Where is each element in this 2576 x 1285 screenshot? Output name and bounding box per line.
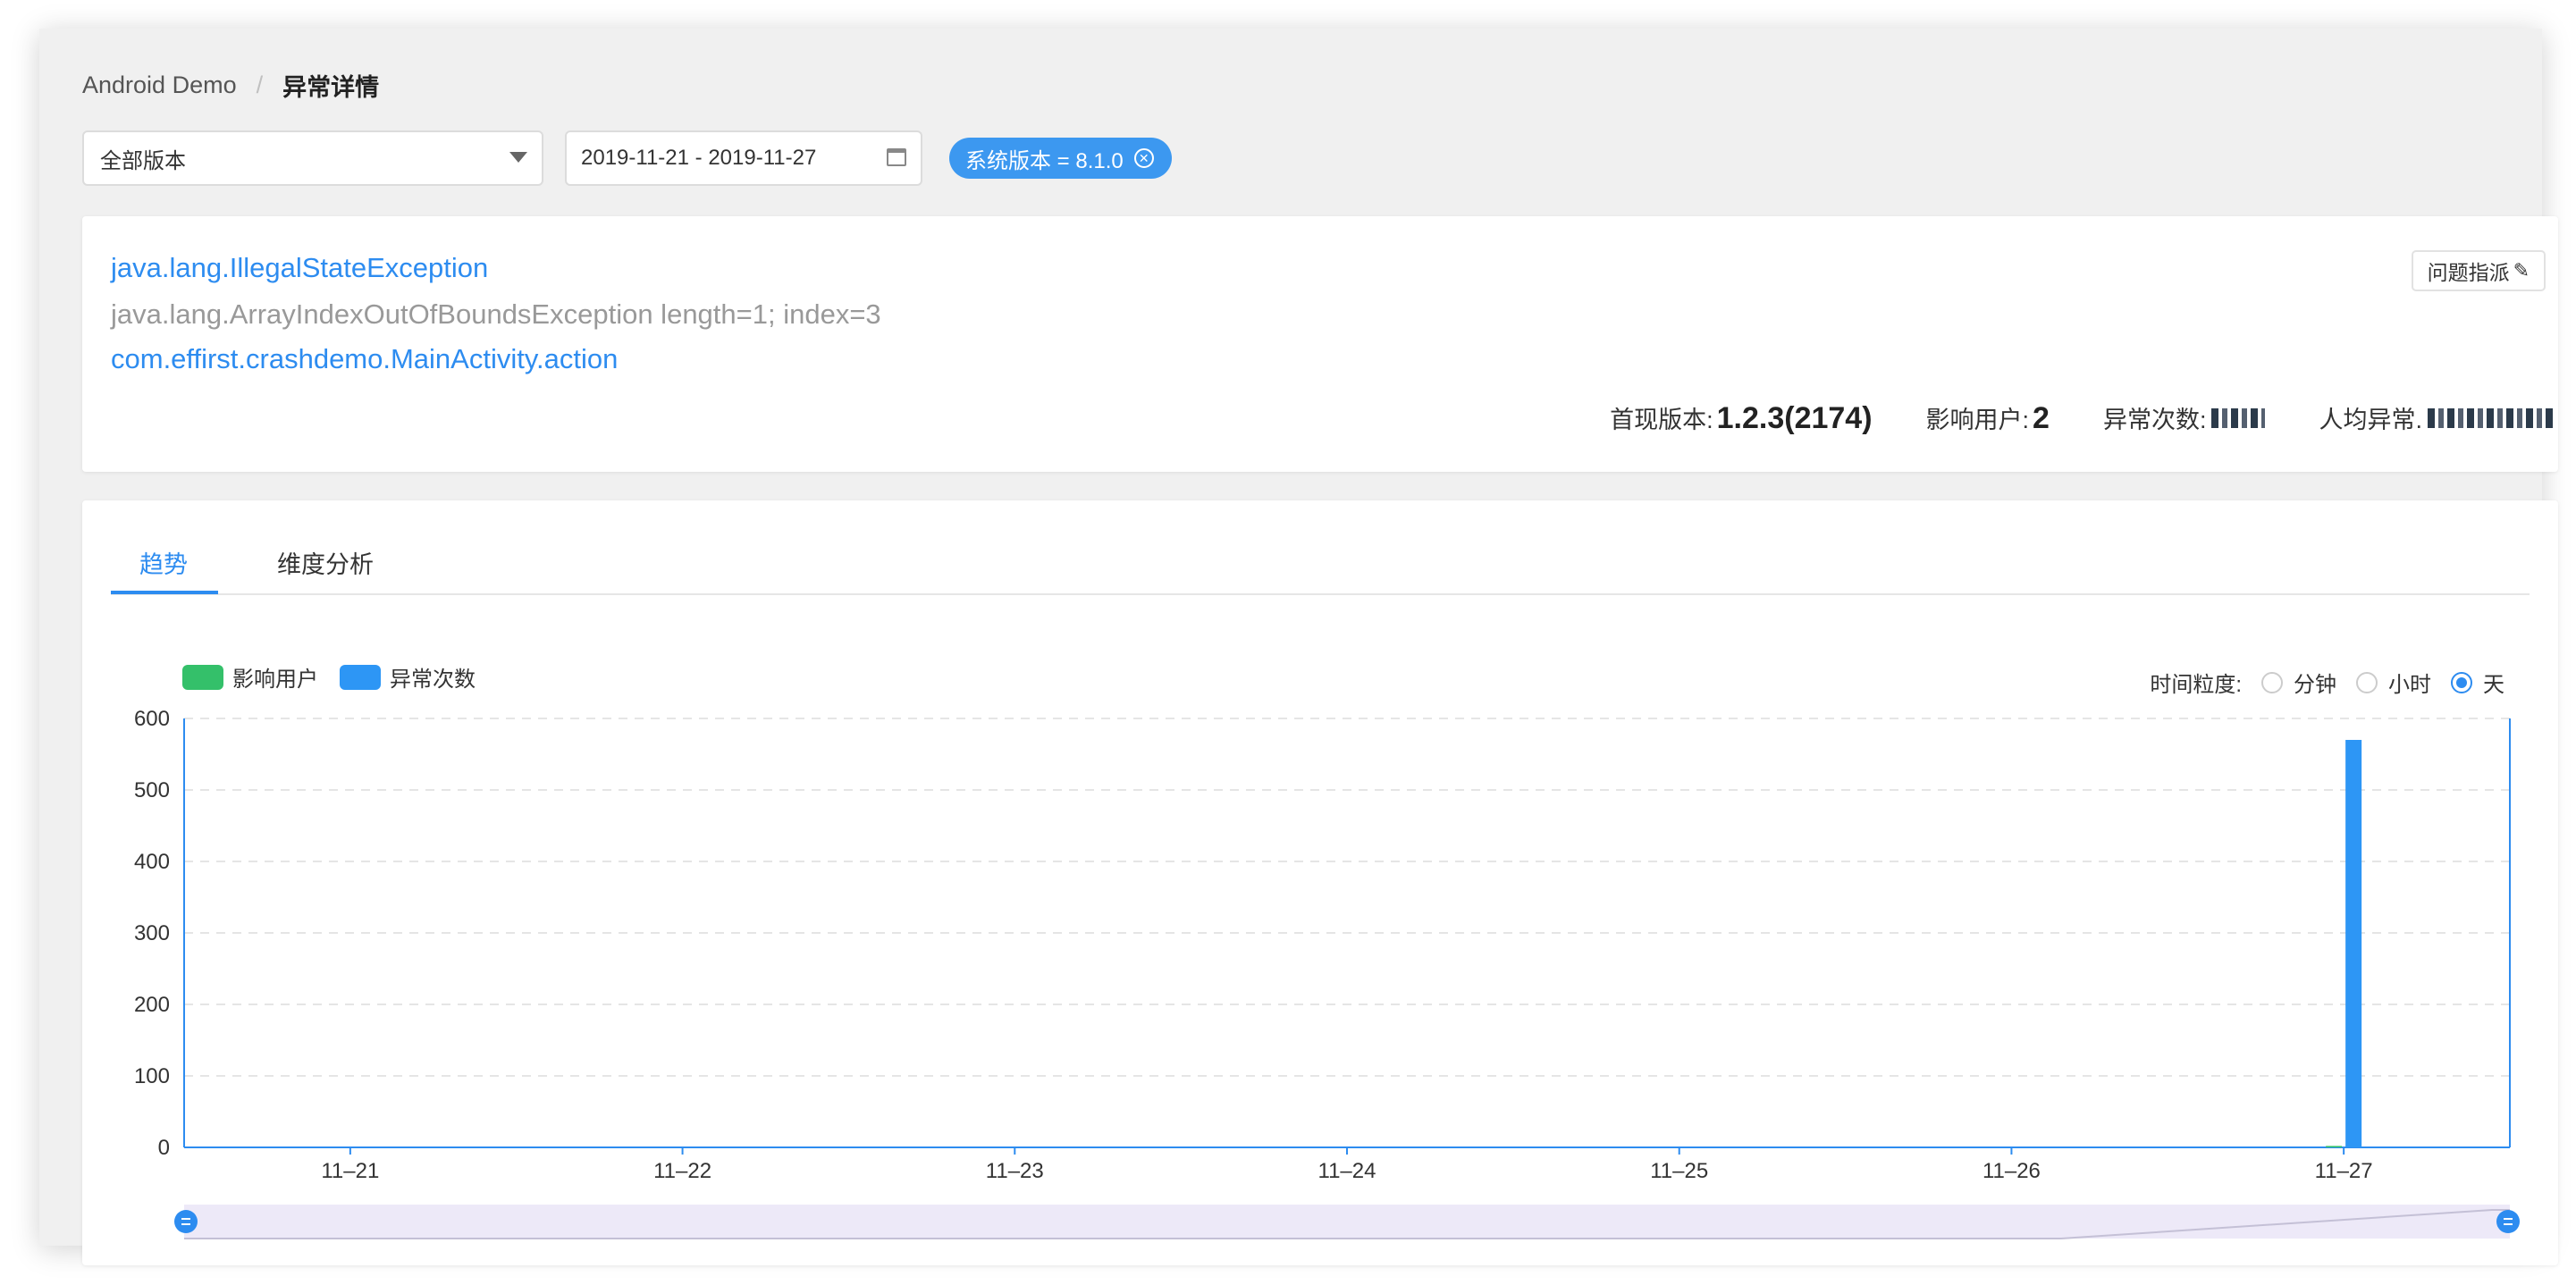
x-tick-label: 11–26 — [1983, 1159, 2041, 1183]
stat-affected-users: 影响用户: 2 — [1926, 400, 2050, 436]
filter-tag-label: 系统版本 = 8.1.0 — [965, 148, 1124, 173]
exception-type-link[interactable]: java.lang.IllegalStateException — [111, 252, 488, 284]
exception-message: java.lang.ArrayIndexOutOfBoundsException… — [111, 298, 881, 330]
stat-exception-count: 异常次数: — [2103, 400, 2266, 435]
stat-per-user: 人均异常. — [2319, 400, 2553, 435]
bar-users[interactable] — [2326, 1146, 2343, 1147]
page-title: 异常详情 — [282, 74, 380, 101]
stat-label: 异常次数: — [2102, 407, 2207, 433]
close-icon[interactable]: ✕ — [1133, 148, 1154, 168]
x-tick-label: 11–27 — [2315, 1159, 2373, 1183]
breadcrumb: Android Demo / 异常详情 — [82, 68, 379, 103]
x-tick-label: 11–21 — [321, 1159, 379, 1183]
stat-label: 人均异常. — [2319, 407, 2422, 433]
breadcrumb-separator: / — [256, 71, 264, 98]
stat-label: 首现版本: — [1610, 407, 1713, 433]
filter-tag-system-version: 系统版本 = 8.1.0 ✕ — [949, 138, 1172, 179]
stat-value: 2 — [2033, 401, 2050, 435]
y-tick-label: 100 — [134, 1064, 170, 1088]
assign-issue-label: 问题指派 — [2427, 261, 2510, 284]
y-tick-label: 600 — [134, 707, 170, 731]
y-tick-label: 500 — [134, 778, 170, 802]
pixelated-value — [2211, 408, 2266, 428]
bar-exceptions[interactable] — [2345, 740, 2362, 1147]
zoom-handle-right[interactable] — [2496, 1210, 2520, 1233]
x-tick-label: 11–24 — [1318, 1159, 1376, 1183]
pencil-icon: ✎ — [2513, 259, 2530, 281]
stat-label: 影响用户: — [1925, 407, 2030, 433]
x-tick-label: 11–22 — [653, 1159, 711, 1183]
version-select[interactable]: 全部版本 — [82, 130, 543, 186]
stat-value: 1.2.3(2174) — [1716, 401, 1873, 435]
issue-stats: 首现版本: 1.2.3(2174) 影响用户: 2 异常次数: 人均异常. — [1556, 400, 2553, 436]
chevron-down-icon — [509, 152, 527, 163]
version-select-value: 全部版本 — [100, 148, 186, 173]
app-window: Android Demo / 异常详情 全部版本 2019-11-21 - 20… — [39, 29, 2558, 1265]
y-tick-label: 0 — [158, 1136, 170, 1160]
stat-first-version: 首现版本: 1.2.3(2174) — [1610, 400, 1872, 436]
issue-card: java.lang.IllegalStateException java.lan… — [82, 216, 2558, 472]
x-tick-label: 11–25 — [1650, 1159, 1708, 1183]
date-range-value: 2019-11-21 - 2019-11-27 — [581, 146, 817, 170]
x-tick-label: 11–23 — [986, 1159, 1044, 1183]
y-tick-label: 400 — [134, 850, 170, 874]
date-range-picker[interactable]: 2019-11-21 - 2019-11-27 — [565, 130, 922, 186]
calendar-icon — [887, 148, 906, 166]
trend-chart: 0 100 200 300 400 500 600 11–21 11–22 11–23 11–24 1… — [134, 707, 2520, 1239]
zoom-slider-track[interactable] — [184, 1205, 2510, 1239]
pixelated-value — [2428, 408, 2553, 428]
trend-card: 趋势 维度分析 影响用户 异常次数 时间粒度: 分钟 小时 天 0 100 200 3… — [82, 500, 2558, 1265]
assign-issue-button[interactable]: 问题指派 ✎ — [2411, 250, 2546, 291]
breadcrumb-app-link[interactable]: Android Demo — [82, 71, 237, 99]
zoom-handle-left[interactable] — [174, 1210, 198, 1233]
y-tick-label: 200 — [134, 993, 170, 1017]
y-tick-label: 300 — [134, 921, 170, 945]
exception-location-link[interactable]: com.effirst.crashdemo.MainActivity.actio… — [111, 343, 618, 375]
